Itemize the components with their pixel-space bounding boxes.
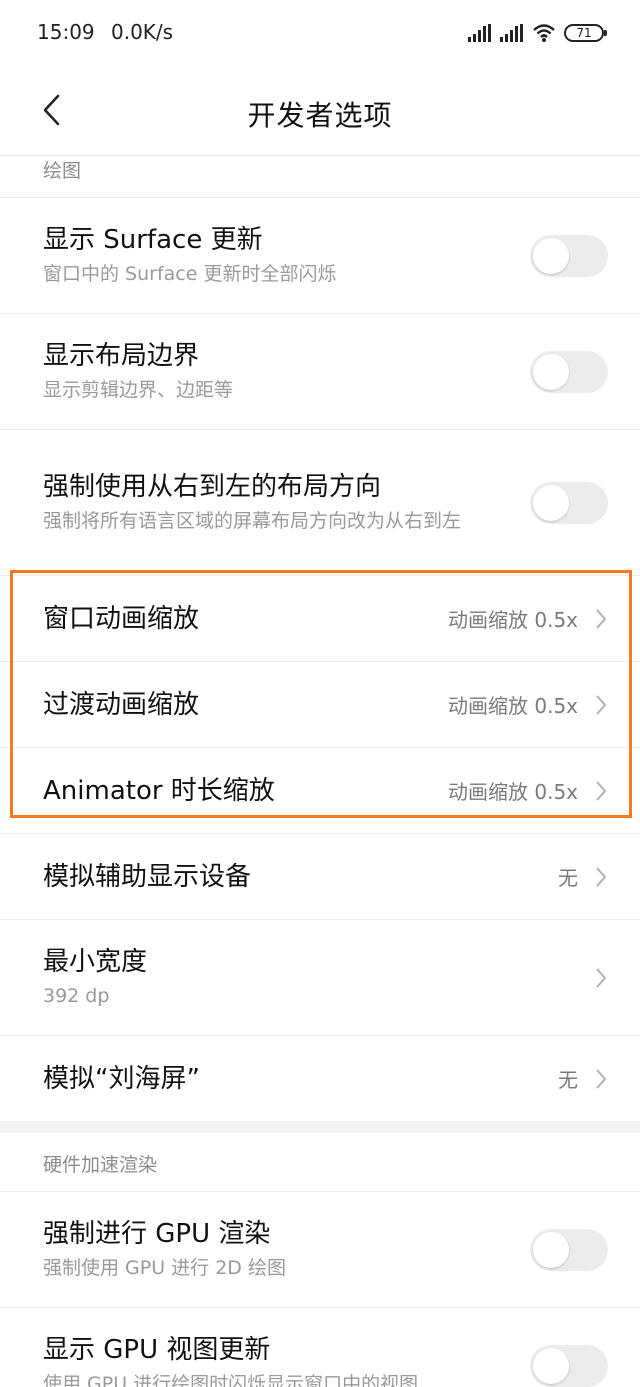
toggle-knob: [533, 237, 569, 274]
toggle-switch[interactable]: [530, 234, 608, 277]
setting-title: 显示 GPU 视图更新: [43, 1334, 271, 1365]
setting-title: 过渡动画缩放: [43, 689, 200, 720]
chevron-right-icon: [594, 693, 608, 717]
toggle-knob: [533, 1231, 569, 1268]
toggle-knob: [533, 353, 569, 390]
setting-force-rtl-layout[interactable]: 强制使用从右到左的布局方向 强制将所有语言区域的屏幕布局方向改为从右到左: [0, 429, 640, 575]
settings-list: 绘图 显示 Surface 更新 窗口中的 Surface 更新时全部闪烁 显示…: [0, 157, 640, 1387]
setting-title: 强制进行 GPU 渲染: [43, 1218, 271, 1249]
setting-show-gpu-view-updates[interactable]: 显示 GPU 视图更新 使用 GPU 进行绘图时闪烁显示窗口中的视图: [0, 1307, 640, 1387]
network-speed: 0.0K/s: [111, 20, 174, 44]
toggle-switch[interactable]: [530, 481, 608, 524]
setting-show-surface-updates[interactable]: 显示 Surface 更新 窗口中的 Surface 更新时全部闪烁: [0, 197, 640, 313]
setting-window-animation-scale[interactable]: 窗口动画缩放 动画缩放 0.5x: [0, 575, 640, 661]
setting-title: 模拟辅助显示设备: [43, 861, 252, 892]
signal-icon: [500, 24, 523, 42]
toggle-switch[interactable]: [530, 350, 608, 393]
setting-value: 无: [558, 1068, 578, 1092]
setting-subtitle: 强制使用 GPU 进行 2D 绘图: [43, 1256, 286, 1279]
setting-animator-duration-scale[interactable]: Animator 时长缩放 动画缩放 0.5x: [0, 747, 640, 833]
chevron-right-icon: [594, 1067, 608, 1091]
setting-value: 动画缩放 0.5x: [448, 694, 578, 718]
setting-subtitle: 窗口中的 Surface 更新时全部闪烁: [43, 262, 337, 285]
setting-title: 显示布局边界: [43, 340, 200, 371]
section-divider: [0, 1121, 640, 1133]
setting-force-gpu-rendering[interactable]: 强制进行 GPU 渲染 强制使用 GPU 进行 2D 绘图: [0, 1191, 640, 1307]
setting-title: 窗口动画缩放: [43, 603, 200, 634]
status-bar: 15:09 0.0K/s 71: [0, 0, 640, 66]
setting-subtitle: 强制将所有语言区域的屏幕布局方向改为从右到左: [43, 509, 462, 532]
setting-value: 动画缩放 0.5x: [448, 608, 578, 632]
setting-show-layout-bounds[interactable]: 显示布局边界 显示剪辑边界、边距等: [0, 313, 640, 429]
setting-subtitle: 392 dp: [43, 984, 110, 1007]
setting-value: 无: [558, 866, 578, 890]
chevron-right-icon: [594, 966, 608, 990]
setting-subtitle: 使用 GPU 进行绘图时闪烁显示窗口中的视图: [43, 1372, 419, 1387]
battery-icon: 71: [564, 24, 607, 42]
chevron-right-icon: [594, 865, 608, 889]
toggle-switch[interactable]: [530, 1344, 608, 1387]
setting-title: 最小宽度: [43, 946, 148, 977]
status-time: 15:09: [37, 20, 95, 44]
setting-subtitle: 显示剪辑边界、边距等: [43, 378, 234, 401]
status-icons: 71: [468, 20, 607, 46]
setting-transition-animation-scale[interactable]: 过渡动画缩放 动画缩放 0.5x: [0, 661, 640, 747]
chevron-right-icon: [594, 607, 608, 631]
section-header-hw-rendering: 硬件加速渲染: [43, 1154, 158, 1176]
toggle-switch[interactable]: [530, 1228, 608, 1271]
setting-value: 动画缩放 0.5x: [448, 780, 578, 804]
signal-icon: [468, 24, 491, 42]
section-header-drawing: 绘图: [43, 160, 82, 182]
setting-title: Animator 时长缩放: [43, 775, 275, 806]
setting-smallest-width[interactable]: 最小宽度 392 dp: [0, 919, 640, 1035]
wifi-icon: [533, 24, 555, 42]
setting-simulate-secondary-display[interactable]: 模拟辅助显示设备 无: [0, 833, 640, 919]
setting-title: 模拟“刘海屏”: [43, 1063, 200, 1094]
chevron-right-icon: [594, 779, 608, 803]
setting-title: 强制使用从右到左的布局方向: [43, 471, 382, 502]
toggle-knob: [533, 484, 569, 521]
setting-title: 显示 Surface 更新: [43, 224, 263, 255]
title-bar: 开发者选项: [0, 66, 640, 156]
page-title: 开发者选项: [247, 99, 393, 132]
setting-simulate-notch[interactable]: 模拟“刘海屏” 无: [0, 1035, 640, 1121]
toggle-knob: [533, 1347, 569, 1384]
